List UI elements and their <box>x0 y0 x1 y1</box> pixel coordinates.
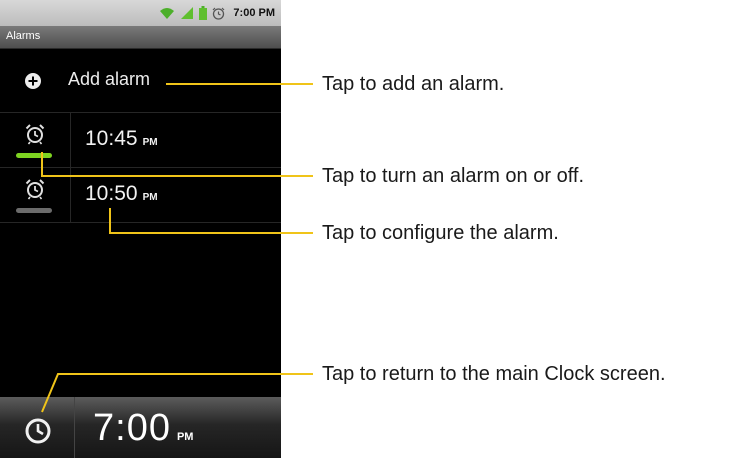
callout-line-clock <box>41 373 313 413</box>
callout-configure-alarm: Tap to configure the alarm. <box>322 222 559 244</box>
callout-line-configure <box>109 208 313 234</box>
callout-line-toggle <box>41 152 313 177</box>
callout-add-alarm: Tap to add an alarm. <box>322 73 505 95</box>
callout-clock-screen: Tap to return to the main Clock screen. <box>322 363 666 385</box>
callout-toggle-alarm: Tap to turn an alarm on or off. <box>322 165 585 187</box>
